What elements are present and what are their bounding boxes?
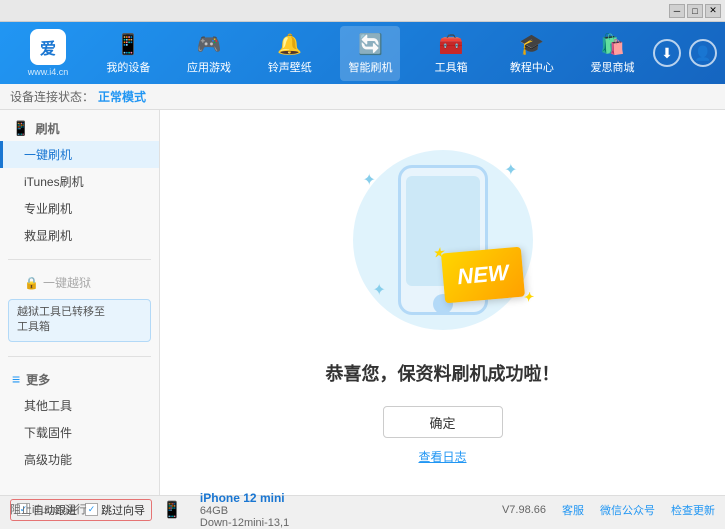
pro-flash-label: 专业刷机 bbox=[24, 202, 72, 216]
tutorial-label: 教程中心 bbox=[510, 59, 554, 75]
close-button[interactable]: ✕ bbox=[705, 4, 721, 18]
more-section-header: ≡ 更多 bbox=[0, 367, 159, 392]
itunes-flash-label: iTunes刷机 bbox=[24, 175, 84, 189]
sparkle-2: ✦ bbox=[504, 160, 517, 180]
footer-itunes: 阻止iTunes运行 bbox=[0, 495, 87, 523]
jailbreak-info-box: 越狱工具已转移至工具箱 bbox=[8, 299, 151, 342]
tutorial-icon: 🎓 bbox=[519, 32, 544, 57]
sidebar-item-rescue-flash[interactable]: 救显刷机 bbox=[0, 222, 159, 249]
nav-right: ⬇ 👤 bbox=[653, 39, 717, 67]
my-device-label: 我的设备 bbox=[106, 59, 150, 75]
divider-2 bbox=[8, 356, 151, 357]
my-device-icon: 📱 bbox=[116, 32, 141, 57]
nav-smart-flash[interactable]: 🔄 智能刷机 bbox=[340, 26, 400, 81]
one-key-flash-label: 一键刷机 bbox=[24, 148, 72, 162]
nav-tutorial[interactable]: 🎓 教程中心 bbox=[502, 26, 562, 81]
success-text: 恭喜您，保资料刷机成功啦！ bbox=[326, 360, 560, 386]
title-bar: ─ □ ✕ bbox=[0, 0, 725, 22]
status-value: 正常模式 bbox=[98, 88, 146, 105]
logo-icon: 爱 bbox=[30, 29, 66, 65]
device-storage: 64GB bbox=[200, 505, 289, 517]
jailbreak-section-header: 🔒 一键越狱 bbox=[0, 270, 159, 295]
sidebar: 📱 刷机 一键刷机 iTunes刷机 专业刷机 救显刷机 🔒 一键越狱 bbox=[0, 110, 160, 495]
new-badge-text: NEW bbox=[456, 260, 509, 290]
nav-apps-games[interactable]: 🎮 应用游戏 bbox=[179, 26, 239, 81]
itunes-running-label[interactable]: 阻止iTunes运行 bbox=[10, 501, 87, 517]
jailbreak-section: 🔒 一键越狱 越狱工具已转移至工具箱 bbox=[0, 264, 159, 352]
device-name[interactable]: iPhone 12 mini bbox=[200, 491, 289, 505]
jailbreak-label: 一键越狱 bbox=[43, 274, 91, 291]
skip-wizard-label: 跳过向导 bbox=[101, 502, 145, 518]
nav-items: 📱 我的设备 🎮 应用游戏 🔔 铃声壁纸 🔄 智能刷机 🧰 工具箱 🎓 教程中心… bbox=[88, 26, 653, 81]
flash-section: 📱 刷机 一键刷机 iTunes刷机 专业刷机 救显刷机 bbox=[0, 110, 159, 255]
check-update-link[interactable]: 检查更新 bbox=[671, 502, 715, 518]
maximize-button[interactable]: □ bbox=[687, 4, 703, 18]
main: 📱 刷机 一键刷机 iTunes刷机 专业刷机 救显刷机 🔒 一键越狱 bbox=[0, 110, 725, 495]
new-badge: NEW bbox=[440, 247, 524, 304]
smart-flash-icon: 🔄 bbox=[358, 32, 383, 57]
download-button[interactable]: ⬇ bbox=[653, 39, 681, 67]
other-tools-label: 其他工具 bbox=[24, 399, 72, 413]
sparkle-1: ✦ bbox=[363, 170, 376, 190]
sparkle-3: ✦ bbox=[373, 280, 386, 300]
rescue-flash-label: 救显刷机 bbox=[24, 229, 72, 243]
confirm-button[interactable]: 确定 bbox=[383, 406, 503, 438]
device-icon: 📱 bbox=[162, 500, 182, 520]
lock-icon: 🔒 bbox=[24, 276, 39, 290]
apps-games-icon: 🎮 bbox=[197, 32, 222, 57]
content: NEW ✦ ✦ ✦ 恭喜您，保资料刷机成功啦！ 确定 查看日志 bbox=[160, 110, 725, 495]
skip-wizard-checkbox[interactable]: ✓ 跳过向导 bbox=[85, 502, 145, 518]
shop-icon: 🛍️ bbox=[600, 32, 625, 57]
more-section-icon: ≡ bbox=[12, 371, 20, 387]
status-bar: 设备连接状态： 正常模式 bbox=[0, 84, 725, 110]
sidebar-item-one-key-flash[interactable]: 一键刷机 bbox=[0, 141, 159, 168]
bottom-right: V7.98.66 客服 微信公众号 检查更新 bbox=[502, 502, 715, 518]
version-text: V7.98.66 bbox=[502, 504, 546, 516]
divider-1 bbox=[8, 259, 151, 260]
logo[interactable]: 爱 www.i4.cn bbox=[8, 29, 88, 77]
sidebar-item-advanced[interactable]: 高级功能 bbox=[0, 446, 159, 473]
sidebar-item-itunes-flash[interactable]: iTunes刷机 bbox=[0, 168, 159, 195]
nav-shop[interactable]: 🛍️ 爱思商城 bbox=[583, 26, 643, 81]
sidebar-item-other-tools[interactable]: 其他工具 bbox=[0, 392, 159, 419]
sidebar-item-pro-flash[interactable]: 专业刷机 bbox=[0, 195, 159, 222]
user-button[interactable]: 👤 bbox=[689, 39, 717, 67]
flash-section-icon: 📱 bbox=[12, 120, 29, 137]
logo-url: www.i4.cn bbox=[28, 67, 69, 77]
download-firmware-label: 下载固件 bbox=[24, 426, 72, 440]
nav-my-device[interactable]: 📱 我的设备 bbox=[98, 26, 158, 81]
minimize-button[interactable]: ─ bbox=[669, 4, 685, 18]
jailbreak-info-text: 越狱工具已转移至工具箱 bbox=[17, 306, 105, 333]
toolbox-label: 工具箱 bbox=[435, 59, 468, 75]
flash-section-label: 刷机 bbox=[35, 120, 59, 137]
more-section: ≡ 更多 其他工具 下载固件 高级功能 bbox=[0, 361, 159, 479]
confirm-label: 确定 bbox=[429, 413, 455, 432]
apps-games-label: 应用游戏 bbox=[187, 59, 231, 75]
title-bar-buttons: ─ □ ✕ bbox=[669, 4, 721, 18]
status-label: 设备连接状态： bbox=[10, 88, 94, 105]
customer-service-link[interactable]: 客服 bbox=[562, 502, 584, 518]
smart-flash-label: 智能刷机 bbox=[348, 59, 392, 75]
ringtones-label: 铃声壁纸 bbox=[268, 59, 312, 75]
header: 爱 www.i4.cn 📱 我的设备 🎮 应用游戏 🔔 铃声壁纸 🔄 智能刷机 … bbox=[0, 22, 725, 84]
auto-close-link[interactable]: 查看日志 bbox=[418, 448, 466, 465]
shop-label: 爱思商城 bbox=[591, 59, 635, 75]
ringtones-icon: 🔔 bbox=[277, 32, 302, 57]
bottom-bar: ✓ 自动跟进 ✓ 跳过向导 📱 iPhone 12 mini 64GB Down… bbox=[0, 495, 725, 523]
flash-section-header: 📱 刷机 bbox=[0, 116, 159, 141]
nav-ringtones[interactable]: 🔔 铃声壁纸 bbox=[260, 26, 320, 81]
sidebar-item-download-firmware[interactable]: 下载固件 bbox=[0, 419, 159, 446]
nav-toolbox[interactable]: 🧰 工具箱 bbox=[421, 26, 481, 81]
advanced-label: 高级功能 bbox=[24, 453, 72, 467]
more-section-label: 更多 bbox=[26, 371, 50, 388]
wechat-public-link[interactable]: 微信公众号 bbox=[600, 502, 655, 518]
success-illustration: NEW ✦ ✦ ✦ bbox=[343, 140, 543, 340]
toolbox-icon: 🧰 bbox=[439, 32, 464, 57]
